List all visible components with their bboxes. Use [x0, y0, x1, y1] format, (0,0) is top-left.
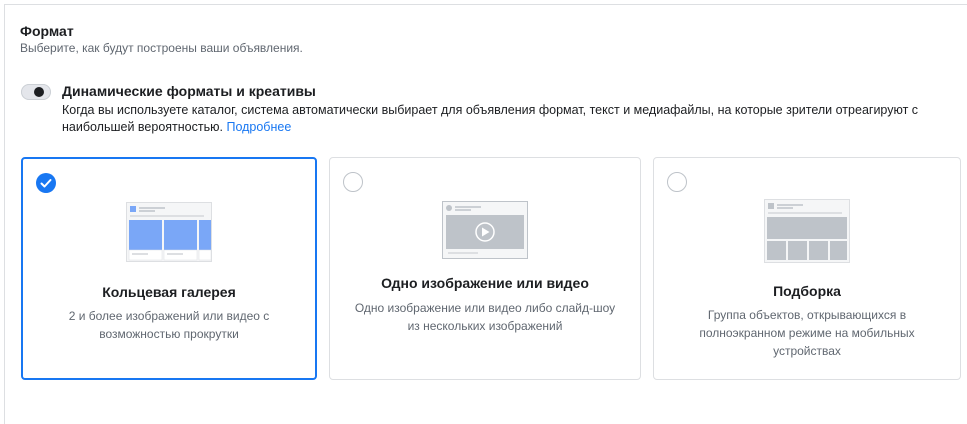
- carousel-title: Кольцевая галерея: [102, 284, 236, 300]
- dynamic-formats-description-text: Когда вы используете каталог, система ав…: [62, 103, 919, 134]
- collection-title: Подборка: [773, 283, 841, 299]
- collection-radio[interactable]: [667, 172, 687, 192]
- dynamic-formats-toggle[interactable]: [21, 84, 51, 100]
- section-subtitle: Выберите, как будут построены ваши объяв…: [20, 41, 303, 55]
- collection-description: Группа объектов, открывающихся в полноэк…: [699, 308, 915, 358]
- checkmark-icon: [40, 179, 52, 188]
- section-title: Формат: [20, 23, 74, 39]
- collection-icon: [764, 199, 850, 263]
- learn-more-link[interactable]: Подробнее: [226, 120, 291, 134]
- format-option-single-image-video[interactable]: Одно изображение или видео Одно изображе…: [329, 157, 641, 380]
- format-option-carousel[interactable]: Кольцевая галерея 2 и более изображений …: [21, 157, 317, 380]
- single-image-video-title: Одно изображение или видео: [381, 275, 589, 291]
- dynamic-formats-description: Когда вы используете каталог, система ав…: [62, 102, 962, 136]
- format-option-collection[interactable]: Подборка Группа объектов, открывающихся …: [653, 157, 961, 380]
- single-image-video-description: Одно изображение или видео либо слайд-шо…: [354, 301, 616, 333]
- dynamic-formats-title: Динамические форматы и креативы: [62, 83, 316, 99]
- toggle-knob: [34, 87, 44, 97]
- single-image-video-icon: [442, 201, 528, 259]
- carousel-description: 2 и более изображений или видео с возмож…: [68, 309, 270, 341]
- carousel-radio-checked[interactable]: [36, 173, 56, 193]
- single-image-radio[interactable]: [343, 172, 363, 192]
- carousel-icon: [126, 202, 212, 262]
